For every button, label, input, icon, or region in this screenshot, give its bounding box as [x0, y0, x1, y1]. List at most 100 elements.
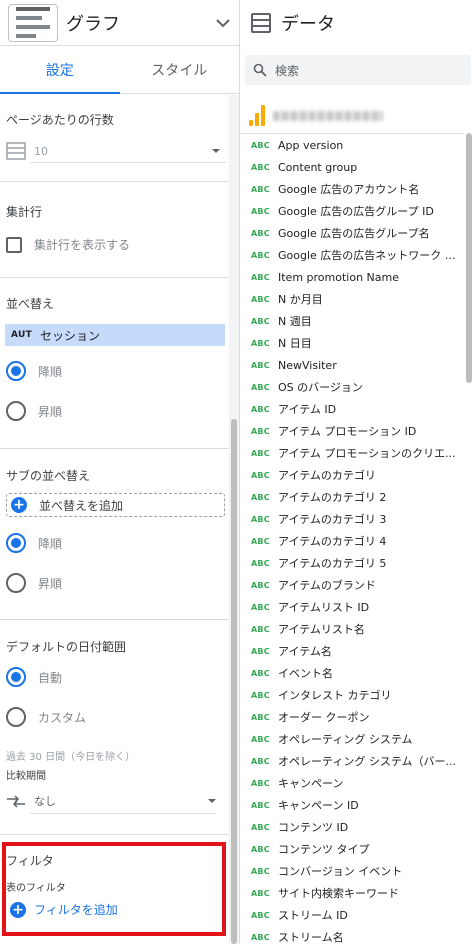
- tab-style[interactable]: スタイル: [120, 46, 240, 93]
- secondary-sort-asc-label: 昇順: [38, 576, 63, 591]
- field-item[interactable]: ABC N 週目: [241, 310, 464, 332]
- table-chart-icon[interactable]: [8, 3, 58, 42]
- field-item[interactable]: ABC NewVisiter: [241, 354, 464, 376]
- field-item[interactable]: ABC App version: [241, 134, 464, 156]
- chevron-down-icon[interactable]: [215, 15, 231, 31]
- field-item[interactable]: ABC アイテムリスト名: [241, 618, 464, 640]
- properties-scrollbar[interactable]: [229, 95, 239, 944]
- radio-icon[interactable]: [6, 707, 26, 727]
- rows-per-page-select[interactable]: 10: [6, 141, 226, 161]
- field-item[interactable]: ABC アイテムのカテゴリ 3: [241, 508, 464, 530]
- field-name: OS のバージョン: [278, 381, 363, 394]
- data-source[interactable]: [249, 100, 383, 126]
- field-item[interactable]: ABC ストリーム名: [241, 926, 464, 944]
- field-name: ストリーム名: [278, 931, 344, 944]
- radio-selected-icon[interactable]: [6, 361, 26, 381]
- text-field-type-icon: ABC: [251, 800, 270, 810]
- field-search-input[interactable]: 検索: [245, 55, 471, 85]
- field-item[interactable]: ABC Google 広告の広告ネットワーク タ...: [241, 244, 464, 266]
- text-field-type-icon: ABC: [251, 734, 270, 744]
- field-item[interactable]: ABC コンテンツ ID: [241, 816, 464, 838]
- field-item[interactable]: ABC アイテム名: [241, 640, 464, 662]
- field-item[interactable]: ABC N 日目: [241, 332, 464, 354]
- dropdown-arrow-icon: [208, 799, 216, 803]
- text-field-type-icon: ABC: [251, 250, 270, 260]
- compare-period-value: なし: [34, 795, 56, 808]
- field-item[interactable]: ABC サイト内検索キーワード: [241, 882, 464, 904]
- rows-icon: [6, 142, 26, 160]
- summary-row-checkbox-label: 集計行を表示する: [34, 238, 131, 252]
- text-field-type-icon: ABC: [251, 624, 270, 634]
- field-item[interactable]: ABC アイテムのカテゴリ 5: [241, 552, 464, 574]
- add-icon: +: [11, 497, 27, 513]
- radio-icon[interactable]: [6, 401, 26, 421]
- date-auto-radio[interactable]: 自動: [6, 667, 62, 687]
- field-name: アイテムのカテゴリ 2: [278, 491, 387, 504]
- field-item[interactable]: ABC アイテム ID: [241, 398, 464, 420]
- compare-period-select[interactable]: なし: [6, 791, 216, 811]
- field-item[interactable]: ABC アイテムのカテゴリ: [241, 464, 464, 486]
- field-item[interactable]: ABC ストリーム ID: [241, 904, 464, 926]
- sort-asc-radio[interactable]: 昇順: [6, 401, 62, 421]
- search-placeholder: 検索: [275, 63, 300, 78]
- filter-label: フィルタ: [6, 854, 54, 868]
- field-item[interactable]: ABC コンテンツ タイプ: [241, 838, 464, 860]
- field-list-scrollbar[interactable]: [465, 133, 474, 944]
- field-item[interactable]: ABC Item promotion Name: [241, 266, 464, 288]
- add-icon: +: [10, 901, 26, 918]
- field-name: ストリーム ID: [278, 909, 348, 922]
- field-type-badge: AUT: [11, 330, 33, 340]
- summary-row-checkbox[interactable]: 集計行を表示する: [6, 236, 130, 253]
- sort-label: 並べ替え: [6, 297, 55, 311]
- field-item[interactable]: ABC Google 広告の広告グループ ID: [241, 200, 464, 222]
- field-item[interactable]: ABC コンバージョン イベント: [241, 860, 464, 882]
- field-item[interactable]: ABC N か月目: [241, 288, 464, 310]
- field-item[interactable]: ABC アイテムのブランド: [241, 574, 464, 596]
- sort-metric-chip[interactable]: AUT セッション: [5, 324, 225, 346]
- field-name: キャンペーン ID: [278, 799, 359, 812]
- add-sort-button[interactable]: + 並べ替えを追加: [6, 493, 225, 517]
- text-field-type-icon: ABC: [251, 294, 270, 304]
- tab-setup[interactable]: 設定: [0, 46, 120, 94]
- field-item[interactable]: ABC Google 広告の広告グループ名: [241, 222, 464, 244]
- field-name: Google 広告の広告グループ名: [278, 227, 430, 240]
- field-item[interactable]: ABC アイテム プロモーション ID: [241, 420, 464, 442]
- field-item[interactable]: ABC アイテムのカテゴリ 4: [241, 530, 464, 552]
- add-filter-button[interactable]: + フィルタを追加: [10, 901, 118, 918]
- radio-selected-icon[interactable]: [6, 533, 26, 553]
- text-field-type-icon: ABC: [251, 514, 270, 524]
- field-item[interactable]: ABC オペレーティング システム（バー...: [241, 750, 464, 772]
- text-field-type-icon: ABC: [251, 668, 270, 678]
- rows-per-page-label: ページあたりの行数: [6, 113, 114, 127]
- field-item[interactable]: ABC Google 広告のアカウント名: [241, 178, 464, 200]
- checkbox[interactable]: [6, 236, 22, 253]
- date-custom-radio[interactable]: カスタム: [6, 707, 86, 727]
- properties-panel: グラフ 設定 スタイル ページあたりの行数 10 集計行 集計行を表示する 並べ…: [0, 0, 240, 944]
- radio-icon[interactable]: [6, 573, 26, 593]
- text-field-type-icon: ABC: [251, 316, 270, 326]
- text-field-type-icon: ABC: [251, 778, 270, 788]
- field-item[interactable]: ABC アイテムのカテゴリ 2: [241, 486, 464, 508]
- add-filter-label: フィルタを追加: [34, 903, 118, 917]
- field-item[interactable]: ABC キャンペーン ID: [241, 794, 464, 816]
- table-filter-label: 表のフィルタ: [6, 883, 66, 894]
- field-item[interactable]: ABC オペレーティング システム: [241, 728, 464, 750]
- field-item[interactable]: ABC アイテムリスト ID: [241, 596, 464, 618]
- field-item[interactable]: ABC OS のバージョン: [241, 376, 464, 398]
- field-item[interactable]: ABC イベント名: [241, 662, 464, 684]
- radio-selected-icon[interactable]: [6, 667, 26, 687]
- secondary-sort-desc-radio[interactable]: 降順: [6, 533, 62, 553]
- field-item[interactable]: ABC アイテム プロモーションのクリエ...: [241, 442, 464, 464]
- field-item[interactable]: ABC インタレスト カテゴリ: [241, 684, 464, 706]
- field-name: アイテム名: [278, 645, 332, 658]
- field-name: Content group: [278, 160, 358, 174]
- text-field-type-icon: ABC: [251, 756, 270, 766]
- field-item[interactable]: ABC オーダー クーポン: [241, 706, 464, 728]
- field-name: アイテム プロモーションのクリエ...: [278, 447, 456, 460]
- sort-desc-radio[interactable]: 降順: [6, 361, 62, 381]
- field-item[interactable]: ABC Content group: [241, 156, 464, 178]
- text-field-type-icon: ABC: [251, 360, 270, 370]
- text-field-type-icon: ABC: [251, 272, 270, 282]
- secondary-sort-asc-radio[interactable]: 昇順: [6, 573, 62, 593]
- field-item[interactable]: ABC キャンペーン: [241, 772, 464, 794]
